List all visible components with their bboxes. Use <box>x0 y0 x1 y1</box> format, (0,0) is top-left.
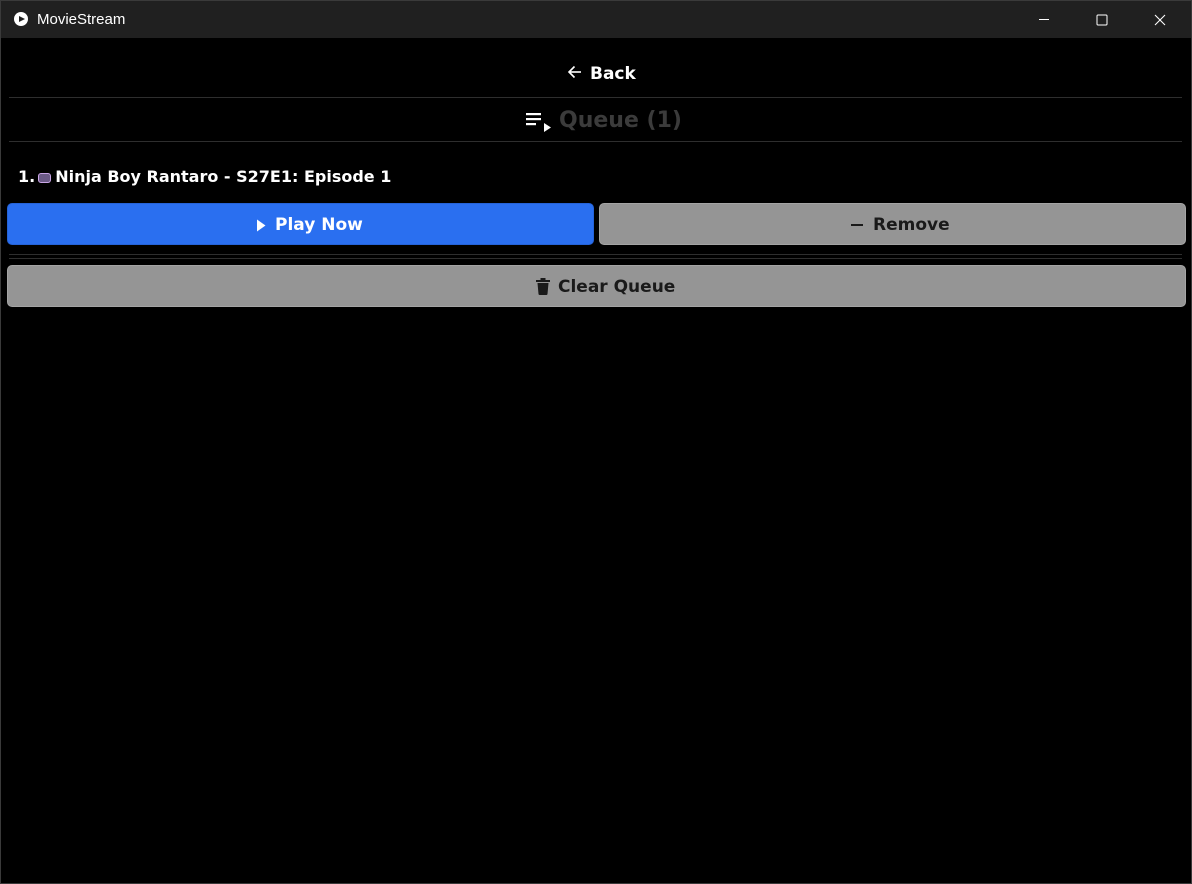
clear-queue-button[interactable]: Clear Queue <box>7 265 1186 307</box>
trash-icon <box>536 278 550 295</box>
minimize-icon <box>1039 19 1049 20</box>
close-icon <box>1154 14 1166 26</box>
minus-icon <box>851 224 863 226</box>
arrow-left-icon <box>567 65 581 79</box>
queue-page: Back Queue (1) 1. Ninja Boy Rantaro - S27… <box>1 38 1191 883</box>
app-logo-icon <box>14 12 28 26</box>
maximize-icon <box>1096 14 1108 26</box>
divider <box>9 97 1182 98</box>
queue-item-title: Ninja Boy Rantaro - S27E1: Episode 1 <box>55 167 392 186</box>
divider <box>9 254 1182 255</box>
close-button[interactable] <box>1131 1 1189 38</box>
remove-label: Remove <box>873 215 950 235</box>
divider <box>9 258 1182 259</box>
back-button[interactable]: Back <box>521 52 671 92</box>
clear-queue-label: Clear Queue <box>558 277 676 297</box>
queue-item-index: 1. <box>18 167 36 186</box>
remove-button[interactable]: Remove <box>599 203 1186 245</box>
divider <box>9 141 1182 142</box>
back-label: Back <box>590 64 636 84</box>
play-now-button[interactable]: Play Now <box>7 203 594 245</box>
play-icon <box>257 219 266 232</box>
title-bar[interactable]: MovieStream <box>1 1 1191 38</box>
app-window: MovieStream Back Queue (1) 1. Ninja Boy … <box>0 0 1192 884</box>
maximize-button[interactable] <box>1073 1 1131 38</box>
window-title: MovieStream <box>37 11 126 28</box>
queue-item: 1. Ninja Boy Rantaro - S27E1: Episode 1 <box>18 166 391 188</box>
play-now-label: Play Now <box>275 215 363 235</box>
tv-icon <box>38 173 52 183</box>
queue-music-icon <box>526 113 551 132</box>
queue-header: Queue (1) <box>521 100 721 144</box>
minimize-button[interactable] <box>1015 1 1073 38</box>
queue-title: Queue (1) <box>559 108 682 133</box>
